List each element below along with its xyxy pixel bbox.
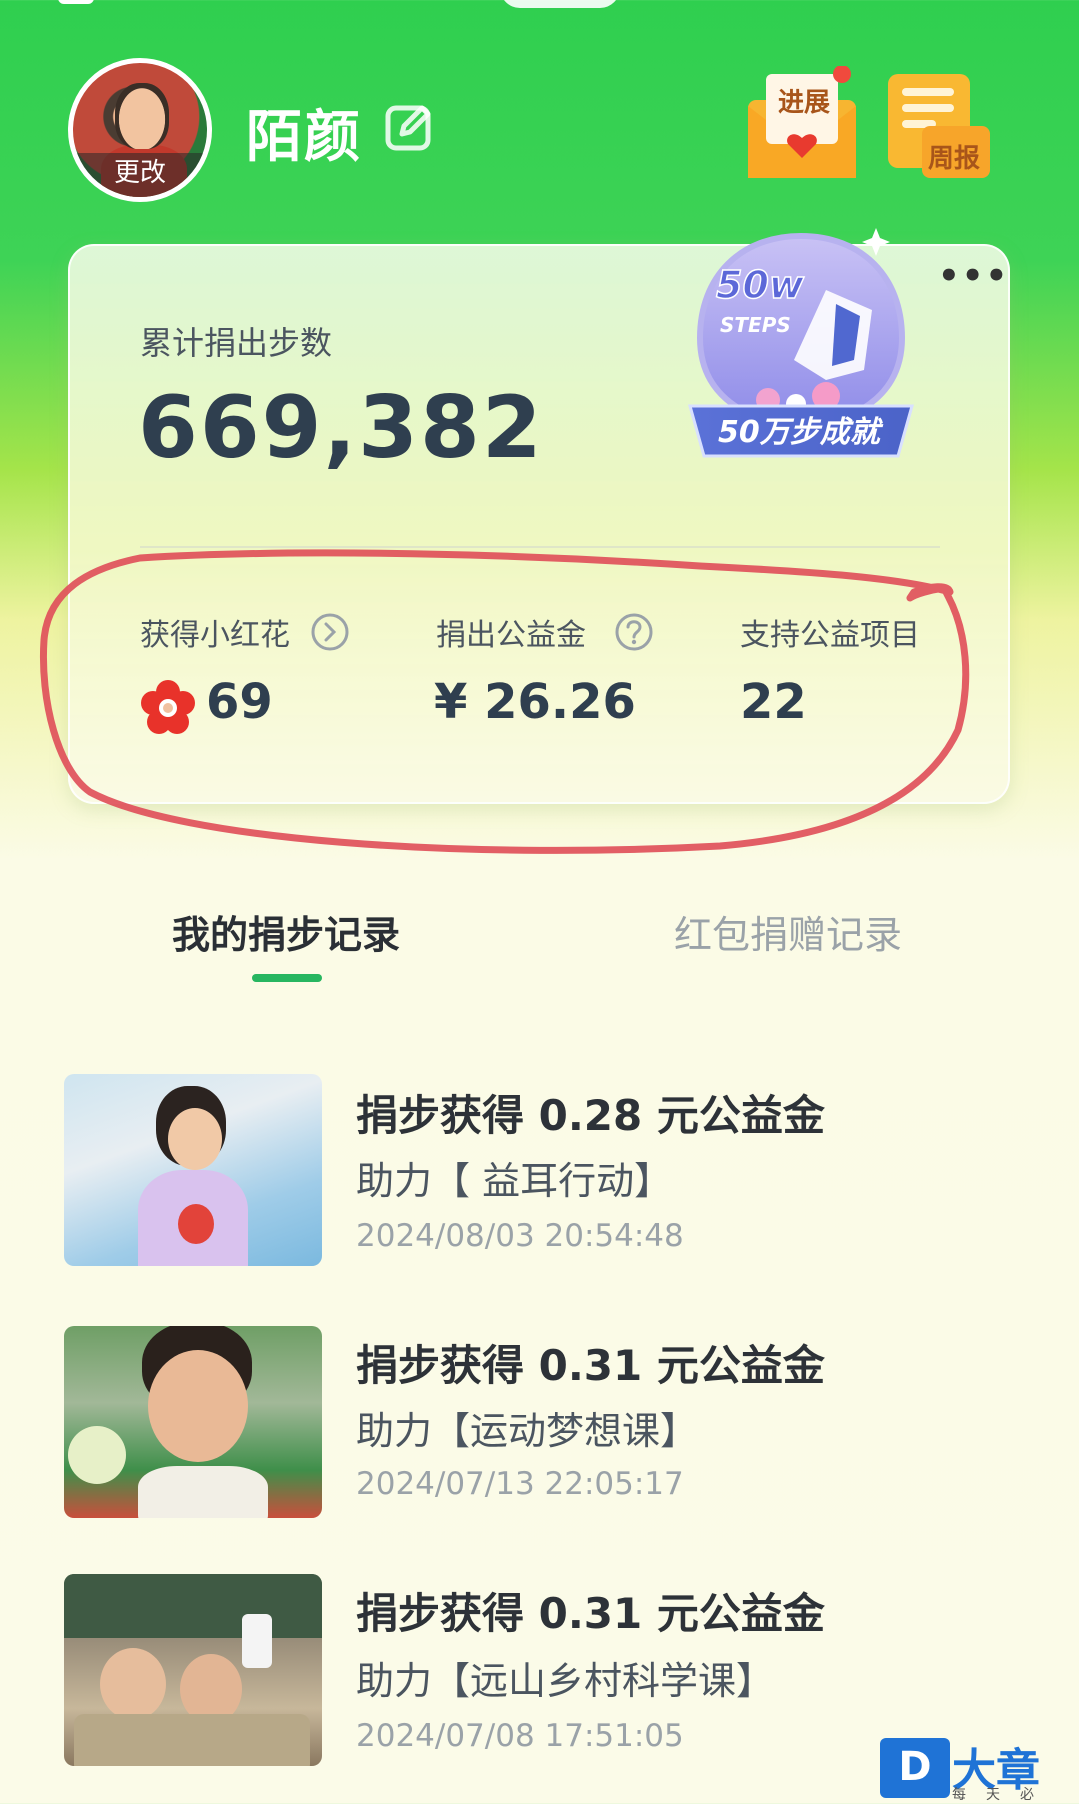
tab-my-step-records[interactable]: 我的捐步记录: [172, 904, 400, 959]
more-icon[interactable]: •••: [938, 259, 1007, 293]
record-subtitle: 助力【远山乡村科学课】: [356, 1659, 775, 1703]
weekly-label: 周报: [928, 144, 981, 174]
strawberry-print: [178, 1204, 214, 1244]
achievement-sub-text: STEPS: [720, 313, 791, 337]
projects-label: 支持公益项目: [740, 618, 920, 653]
list-item[interactable]: 捐步获得 0.28 元公益金 助力【 益耳行动】 2024/08/03 20:5…: [0, 1070, 1079, 1270]
red-flower-icon: [141, 680, 195, 734]
record-time: 2024/07/08 17:51:05: [356, 1718, 684, 1754]
total-steps-label: 累计捐出步数: [140, 324, 333, 362]
watermark-logo: D: [880, 1738, 950, 1798]
list-item[interactable]: 捐步获得 0.31 元公益金 助力【运动梦想课】 2024/07/13 22:0…: [0, 1320, 1079, 1520]
record-subtitle: 助力【 益耳行动】: [356, 1159, 673, 1203]
flowers-label: 获得小红花: [140, 618, 290, 653]
chalkboard: [64, 1574, 322, 1638]
record-thumbnail: [64, 1574, 322, 1766]
username: 陌颜: [246, 105, 362, 170]
record-time: 2024/08/03 20:54:48: [356, 1218, 684, 1254]
avatar-change-label[interactable]: 更改: [73, 153, 207, 197]
edit-icon[interactable]: [384, 100, 434, 152]
achievement-top-text: 50w: [716, 263, 805, 307]
donated-label: 捐出公益金: [436, 618, 586, 653]
child-face: [168, 1108, 222, 1170]
record-time: 2024/07/13 22:05:17: [356, 1466, 684, 1502]
flowers-value: 69: [206, 674, 273, 730]
test-tube: [242, 1614, 272, 1668]
desk: [74, 1714, 310, 1766]
avatar-face: [115, 83, 169, 149]
achievement-ribbon-text: 50万步成就: [718, 415, 884, 450]
achievement-badge[interactable]: 50w STEPS 50万步成就: [676, 220, 926, 482]
record-thumbnail: [64, 1074, 322, 1266]
record-title: 捐步获得 0.31 元公益金: [356, 1589, 825, 1638]
donated-value: ¥ 26.26: [434, 674, 636, 730]
chevron-right-icon[interactable]: [310, 612, 350, 652]
avatar[interactable]: 更改: [68, 58, 212, 202]
tab-active-indicator: [252, 974, 322, 982]
page-title-remnant: [500, 0, 620, 8]
child-face: [100, 1648, 166, 1720]
status-bar-remnant: [58, 0, 94, 4]
tab-red-packet-records[interactable]: 红包捐赠记录: [674, 904, 902, 959]
total-steps-value: 669,382: [138, 378, 544, 478]
watermark-slogan: 每天必看: [952, 1787, 1054, 1803]
projects-value: 22: [740, 674, 807, 730]
record-title: 捐步获得 0.31 元公益金: [356, 1341, 825, 1390]
help-icon[interactable]: [614, 612, 654, 652]
record-subtitle: 助力【运动梦想课】: [356, 1409, 699, 1453]
progress-label: 进展: [778, 88, 831, 118]
card-divider: [140, 546, 940, 548]
child-collar: [138, 1466, 268, 1518]
child-face: [148, 1350, 248, 1462]
record-title: 捐步获得 0.28 元公益金: [356, 1091, 825, 1140]
record-thumbnail: [64, 1326, 322, 1518]
tennis-ball: [68, 1426, 126, 1484]
